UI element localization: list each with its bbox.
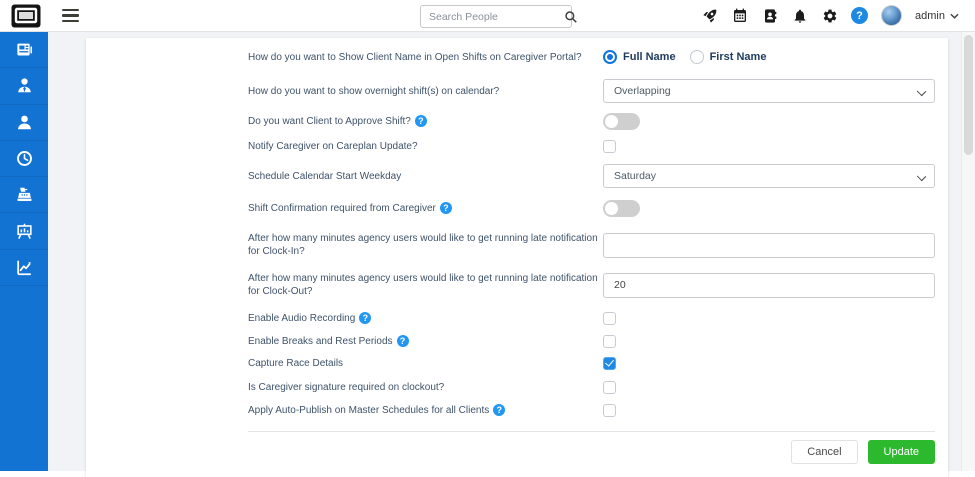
newspaper-icon xyxy=(15,40,34,59)
clock-icon xyxy=(15,149,34,168)
help-icon[interactable]: ? xyxy=(851,7,868,24)
footer-divider xyxy=(248,431,935,432)
gear-icon[interactable] xyxy=(821,7,838,24)
radio-full-name[interactable]: Full Name xyxy=(603,50,676,64)
setting-row-capture-race: Capture Race Details xyxy=(248,355,935,371)
app-logo-icon[interactable] xyxy=(10,3,42,28)
clockin-late-input[interactable] xyxy=(603,233,935,258)
shift-confirmation-toggle[interactable] xyxy=(603,200,640,217)
sidebar-item-schedule[interactable] xyxy=(0,141,48,177)
setting-label: How do you want to show overnight shift(… xyxy=(248,85,603,98)
setting-row-clockout-late: After how many minutes agency users woul… xyxy=(248,271,935,299)
settings-card: How do you want to Show Client Name in O… xyxy=(86,38,948,477)
presentation-chart-icon xyxy=(15,222,34,241)
setting-label: Capture Race Details xyxy=(248,357,603,370)
audio-recording-checkbox[interactable] xyxy=(603,312,616,325)
help-icon[interactable] xyxy=(359,312,371,324)
setting-row-clockin-late: After how many minutes agency users woul… xyxy=(248,231,935,259)
breaks-rest-checkbox[interactable] xyxy=(603,335,616,348)
cash-register-icon xyxy=(15,185,34,204)
chevron-down-icon xyxy=(950,13,959,19)
bell-icon[interactable] xyxy=(791,7,808,24)
sidebar-item-training[interactable] xyxy=(0,213,48,249)
chevron-down-icon xyxy=(917,172,926,181)
setting-label: Enable Breaks and Rest Periods xyxy=(248,335,393,348)
update-button[interactable]: Update xyxy=(868,440,935,464)
avatar[interactable] xyxy=(881,5,902,26)
overnight-shift-select[interactable]: Overlapping xyxy=(603,79,935,103)
setting-row-audio-recording: Enable Audio Recording xyxy=(248,310,935,326)
person-icon xyxy=(15,113,34,132)
sidebar-item-clients[interactable] xyxy=(0,105,48,141)
radio-icon[interactable] xyxy=(603,50,617,64)
setting-row-shift-confirmation: Shift Confirmation required from Caregiv… xyxy=(248,199,935,217)
setting-label: Do you want Client to Approve Shift? xyxy=(248,115,411,128)
select-value: Saturday xyxy=(614,170,656,182)
radio-icon[interactable] xyxy=(690,50,704,64)
select-value: Overlapping xyxy=(614,85,671,97)
setting-row-signature-clockout: Is Caregiver signature required on clock… xyxy=(248,379,935,395)
setting-row-start-weekday: Schedule Calendar Start Weekday Saturday xyxy=(248,164,935,188)
help-icon[interactable] xyxy=(493,404,505,416)
radio-first-name[interactable]: First Name xyxy=(690,50,767,64)
setting-label: After how many minutes agency users woul… xyxy=(248,272,603,298)
search-icon[interactable] xyxy=(564,10,578,24)
setting-label: After how many minutes agency users woul… xyxy=(248,232,603,258)
capture-race-checkbox[interactable] xyxy=(603,357,616,370)
setting-row-client-name-display: How do you want to Show Client Name in O… xyxy=(248,47,935,67)
auto-publish-checkbox[interactable] xyxy=(603,404,616,417)
help-icon[interactable] xyxy=(440,202,452,214)
vertical-scrollbar[interactable] xyxy=(961,32,975,471)
help-icon[interactable] xyxy=(397,335,409,347)
search-input[interactable] xyxy=(421,11,564,23)
setting-label: Shift Confirmation required from Caregiv… xyxy=(248,202,436,215)
setting-row-notify-careplan: Notify Caregiver on Careplan Update? xyxy=(248,138,935,154)
notify-careplan-checkbox[interactable] xyxy=(603,140,616,153)
user-name-label: admin xyxy=(915,10,945,22)
client-approve-shift-toggle[interactable] xyxy=(603,113,640,130)
signature-clockout-checkbox[interactable] xyxy=(603,381,616,394)
cancel-button[interactable]: Cancel xyxy=(791,440,857,464)
rocket-icon[interactable] xyxy=(701,7,718,24)
sidebar-item-newspaper[interactable] xyxy=(0,32,48,68)
setting-row-client-approve-shift: Do you want Client to Approve Shift? xyxy=(248,112,935,130)
line-chart-icon xyxy=(15,258,34,277)
setting-label: Schedule Calendar Start Weekday xyxy=(248,170,603,183)
sidebar-item-billing[interactable] xyxy=(0,177,48,213)
left-sidebar xyxy=(0,32,48,471)
person-tie-icon xyxy=(15,76,34,95)
setting-row-overnight-shift: How do you want to show overnight shift(… xyxy=(248,79,935,103)
setting-label: Enable Audio Recording xyxy=(248,312,355,325)
hamburger-menu-icon[interactable] xyxy=(62,9,79,22)
setting-label: Is Caregiver signature required on clock… xyxy=(248,381,603,394)
setting-row-auto-publish: Apply Auto-Publish on Master Schedules f… xyxy=(248,402,935,418)
sidebar-item-reports[interactable] xyxy=(0,250,48,286)
setting-label: Apply Auto-Publish on Master Schedules f… xyxy=(248,404,489,417)
clockout-late-input[interactable] xyxy=(603,273,935,298)
setting-label: How do you want to Show Client Name in O… xyxy=(248,51,603,64)
scrollbar-thumb[interactable] xyxy=(964,35,973,155)
footer-actions: Cancel Update xyxy=(248,440,935,464)
calendar-icon[interactable] xyxy=(731,7,748,24)
client-name-radio-group: Full Name First Name xyxy=(603,50,766,64)
setting-row-breaks-rest: Enable Breaks and Rest Periods xyxy=(248,333,935,349)
contacts-icon[interactable] xyxy=(761,7,778,24)
setting-label: Notify Caregiver on Careplan Update? xyxy=(248,140,603,153)
sidebar-item-caregivers[interactable] xyxy=(0,68,48,104)
user-menu[interactable]: admin xyxy=(915,10,959,22)
search-box xyxy=(420,5,572,28)
main-content: How do you want to Show Client Name in O… xyxy=(48,32,975,471)
help-icon[interactable] xyxy=(415,115,427,127)
chevron-down-icon xyxy=(917,87,926,96)
top-header: ? admin xyxy=(0,0,975,32)
start-weekday-select[interactable]: Saturday xyxy=(603,164,935,188)
